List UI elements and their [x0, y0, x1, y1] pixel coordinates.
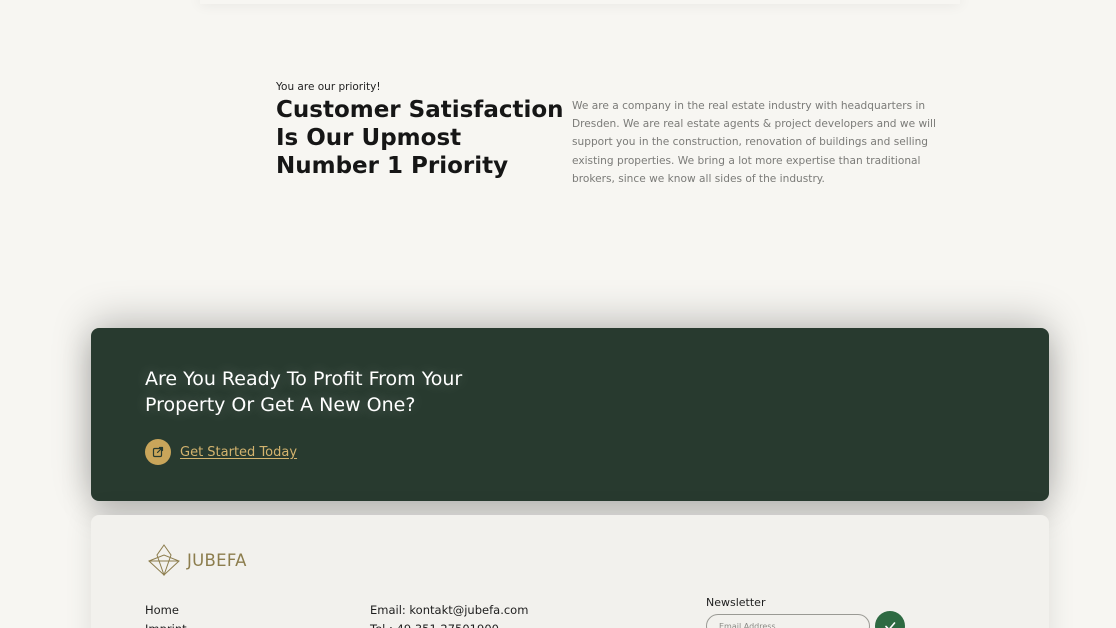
- priority-eyebrow: You are our priority!: [276, 81, 381, 93]
- header-edge: [200, 0, 960, 4]
- footer-logo[interactable]: JUBEFA: [147, 544, 247, 576]
- priority-description: We are a company in the real estate indu…: [572, 97, 936, 188]
- footer: JUBEFA Home Imprint Email: kontakt@jubef…: [91, 515, 1049, 628]
- contact-phone[interactable]: Tel.: 49 351 27501900: [370, 620, 528, 628]
- page: You are our priority! Customer Satisfact…: [0, 0, 1116, 628]
- priority-description-line: support you in the construction, renovat…: [572, 136, 929, 149]
- priority-heading-line: Number 1 Priority: [276, 153, 509, 179]
- diamond-logo-icon: [148, 544, 180, 576]
- newsletter-label: Newsletter: [706, 596, 766, 609]
- logo-text: JUBEFA: [187, 550, 247, 570]
- footer-link-home[interactable]: Home: [145, 601, 187, 620]
- priority-description-line: Dresden. We are real estate agents & pro…: [572, 118, 936, 131]
- priority-description-line: We are a company in the real estate indu…: [572, 100, 926, 112]
- cta-title-line: Property Or Get A New One?: [145, 394, 416, 416]
- priority-description-line: brokers, since we know all sides of the …: [572, 172, 825, 185]
- newsletter-submit-button[interactable]: [875, 611, 905, 628]
- get-started-label: Get Started Today: [180, 444, 298, 460]
- cta-title: Are You Ready To Profit From Your Proper…: [145, 366, 462, 418]
- checkmark-icon: [885, 622, 896, 628]
- newsletter-email-input[interactable]: [706, 614, 870, 628]
- footer-link-imprint[interactable]: Imprint: [145, 620, 187, 628]
- priority-heading-line: Is Our Upmost: [276, 125, 462, 151]
- priority-heading: Customer Satisfaction Is Our Upmost Numb…: [276, 96, 564, 180]
- priority-heading-line: Customer Satisfaction: [276, 97, 564, 123]
- external-link-icon: [145, 439, 171, 465]
- cta-title-line: Are You Ready To Profit From Your: [145, 368, 463, 390]
- priority-description-line: existing properties. We bring a lot more…: [572, 154, 921, 167]
- cta-banner: Are You Ready To Profit From Your Proper…: [91, 328, 1049, 501]
- contact-email[interactable]: Email: kontakt@jubefa.com: [370, 601, 528, 620]
- footer-contact: Email: kontakt@jubefa.com Tel.: 49 351 2…: [370, 601, 528, 628]
- footer-nav: Home Imprint: [145, 601, 187, 628]
- get-started-link[interactable]: Get Started Today: [145, 439, 297, 465]
